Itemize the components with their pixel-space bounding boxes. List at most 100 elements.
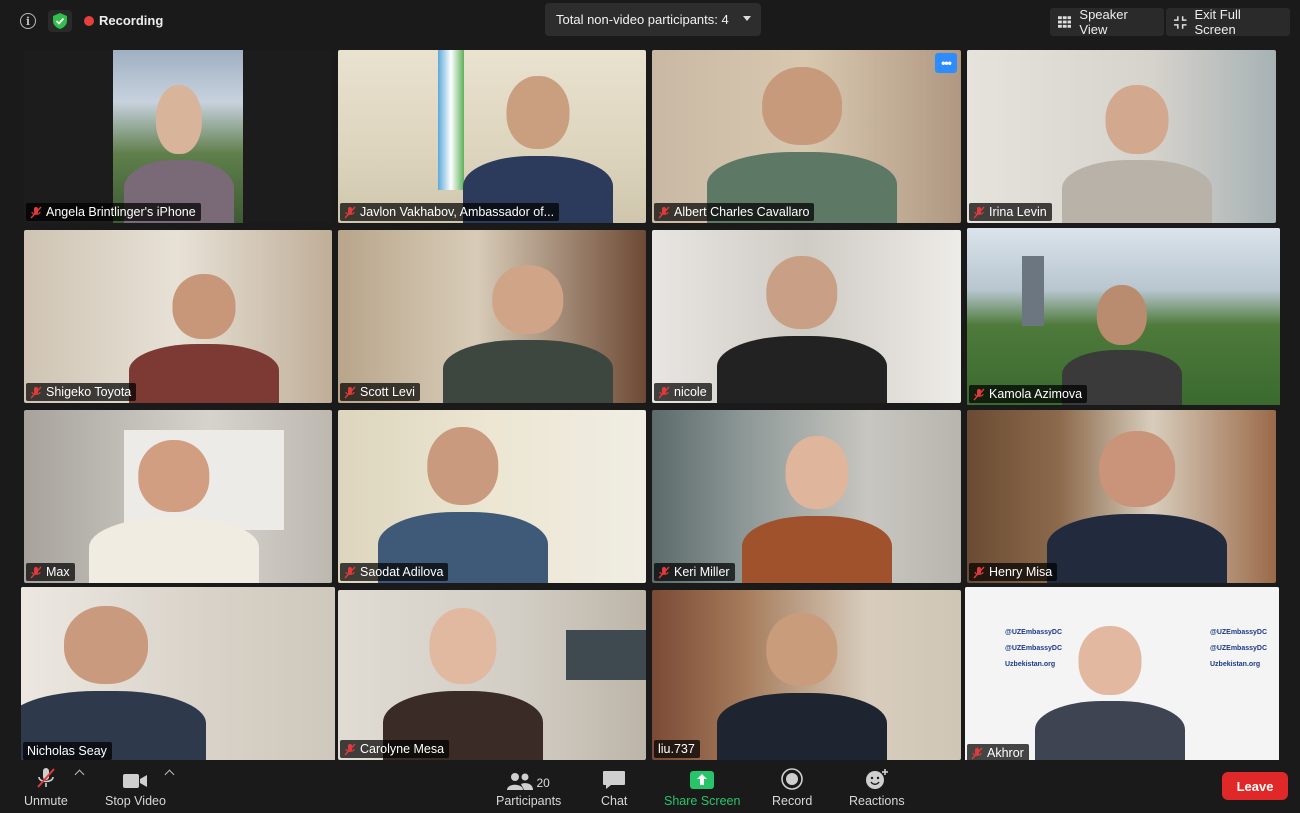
participant-name: Albert Charles Cavallaro	[674, 205, 810, 219]
participant-tile[interactable]: Angela Brintlinger's iPhone	[24, 50, 332, 223]
participants-icon: 20	[507, 766, 550, 790]
participant-tile[interactable]: @UZEmbassyDC @UZEmbassyDC Uzbekistan.org…	[965, 587, 1279, 764]
participants-label: Participants	[496, 794, 562, 808]
non-video-participants-dropdown[interactable]: Total non-video participants: 4	[545, 3, 761, 36]
stop-video-label: Stop Video	[105, 794, 166, 808]
recording-indicator[interactable]: Recording	[84, 13, 163, 28]
background-text: @UZEmbassyDC	[1210, 629, 1268, 636]
record-button[interactable]: Record	[772, 766, 812, 808]
participant-video	[378, 413, 548, 583]
reactions-label: Reactions	[849, 794, 905, 808]
meeting-top-bar: i Recording Total non-video participants…	[0, 0, 1300, 44]
participant-tile[interactable]: liu.737	[652, 590, 961, 760]
muted-mic-icon	[973, 388, 985, 401]
video-options-chevron-icon[interactable]	[164, 769, 175, 780]
participant-tile[interactable]: Kamola Azimova	[967, 228, 1280, 405]
participant-video	[129, 263, 279, 403]
background-text: @UZEmbassyDC	[1210, 645, 1268, 652]
participant-video	[1062, 73, 1212, 223]
participant-name-tag: Kamola Azimova	[969, 385, 1088, 403]
participant-tile[interactable]: Saodat Adilova	[338, 410, 646, 583]
participant-name: Nicholas Seay	[27, 744, 107, 758]
participant-name-tag: Henry Misa	[969, 563, 1058, 581]
participant-tile[interactable]: Keri Miller	[652, 410, 961, 583]
participant-name: Max	[46, 565, 70, 579]
participant-tile[interactable]: ••• Albert Charles Cavallaro	[652, 50, 961, 223]
audio-options-chevron-icon[interactable]	[74, 769, 85, 780]
participant-tile[interactable]: Carolyne Mesa	[338, 590, 646, 760]
participant-tile[interactable]: Irina Levin	[967, 50, 1276, 223]
muted-mic-icon	[30, 206, 42, 219]
share-screen-icon	[689, 766, 715, 790]
participant-name-tag: Keri Miller	[654, 563, 735, 581]
muted-mic-icon	[971, 747, 983, 760]
record-label: Record	[772, 794, 813, 808]
chat-label: Chat	[601, 794, 628, 808]
non-video-participants-label: Total non-video participants: 4	[556, 12, 729, 27]
participant-name-tag: Shigeko Toyota	[26, 383, 137, 401]
muted-mic-icon	[658, 566, 670, 579]
leave-button[interactable]: Leave	[1222, 772, 1288, 800]
tile-more-options-button[interactable]: •••	[935, 53, 957, 73]
participant-tile[interactable]: nicole	[652, 230, 961, 403]
share-screen-button[interactable]: Share Screen	[664, 766, 740, 808]
stop-video-button[interactable]: Stop Video	[105, 766, 166, 808]
recording-dot-icon	[84, 15, 94, 26]
participant-tile-active-speaker[interactable]: Nicholas Seay	[21, 587, 335, 762]
muted-mic-icon	[344, 386, 356, 399]
participant-tile[interactable]: Henry Misa	[967, 410, 1276, 583]
unmute-button[interactable]: Unmute	[24, 766, 68, 808]
participant-name-tag: Angela Brintlinger's iPhone	[26, 203, 201, 221]
muted-mic-icon	[973, 206, 985, 219]
unmute-label: Unmute	[24, 794, 68, 808]
participant-name-tag: Carolyne Mesa	[340, 740, 450, 758]
participant-video	[463, 63, 613, 223]
share-screen-label: Share Screen	[664, 794, 741, 808]
participant-video	[89, 428, 259, 583]
participant-video	[717, 243, 887, 403]
speaker-view-label: Speaker View	[1079, 7, 1128, 37]
participant-name: Javlon Vakhabov, Ambassador of...	[360, 205, 555, 219]
participant-name-tag: Albert Charles Cavallaro	[654, 203, 815, 221]
participant-name: Angela Brintlinger's iPhone	[46, 205, 196, 219]
participant-video	[443, 253, 613, 403]
recording-label: Recording	[99, 13, 164, 28]
participant-name-tag: Scott Levi	[340, 383, 420, 401]
smiley-plus-icon	[865, 766, 889, 790]
exit-full-screen-button[interactable]: Exit Full Screen	[1166, 7, 1290, 37]
participant-tile[interactable]: Scott Levi	[338, 230, 646, 403]
participant-tile[interactable]: Javlon Vakhabov, Ambassador of...	[338, 50, 646, 223]
speaker-view-button[interactable]: Speaker View	[1050, 7, 1164, 37]
muted-mic-icon	[973, 566, 985, 579]
participant-name-tag: nicole	[654, 383, 712, 401]
participant-name: Saodat Adilova	[360, 565, 444, 579]
participant-tile[interactable]: Shigeko Toyota	[24, 230, 332, 403]
participant-name-tag: Max	[26, 563, 75, 581]
reactions-button[interactable]: Reactions	[849, 766, 905, 808]
participant-name: liu.737	[658, 742, 695, 756]
participant-video	[1035, 614, 1185, 764]
participant-video	[707, 53, 897, 223]
muted-mic-icon	[658, 206, 670, 219]
exit-full-screen-label: Exit Full Screen	[1194, 7, 1241, 37]
participant-video	[1047, 418, 1227, 583]
participant-name: Keri Miller	[674, 565, 730, 579]
muted-mic-icon	[344, 566, 356, 579]
record-icon	[781, 766, 803, 790]
participant-name-tag: liu.737	[654, 740, 700, 758]
participant-name: nicole	[674, 385, 707, 399]
participant-tile[interactable]: Max	[24, 410, 332, 583]
participant-video	[742, 423, 892, 583]
participant-name: Scott Levi	[360, 385, 415, 399]
participant-video	[383, 595, 543, 760]
participant-video	[21, 592, 206, 762]
info-icon[interactable]: i	[16, 10, 40, 32]
participants-button[interactable]: 20 Participants	[496, 766, 561, 808]
chat-button[interactable]: Chat	[601, 766, 627, 808]
meeting-controls-bar: Unmute Stop Video 20 Participants Chat S…	[0, 760, 1300, 813]
security-shield-icon[interactable]	[48, 10, 72, 32]
participants-count: 20	[536, 776, 550, 790]
participant-video	[717, 600, 887, 760]
participant-name: Carolyne Mesa	[360, 742, 445, 756]
muted-mic-icon	[30, 386, 42, 399]
